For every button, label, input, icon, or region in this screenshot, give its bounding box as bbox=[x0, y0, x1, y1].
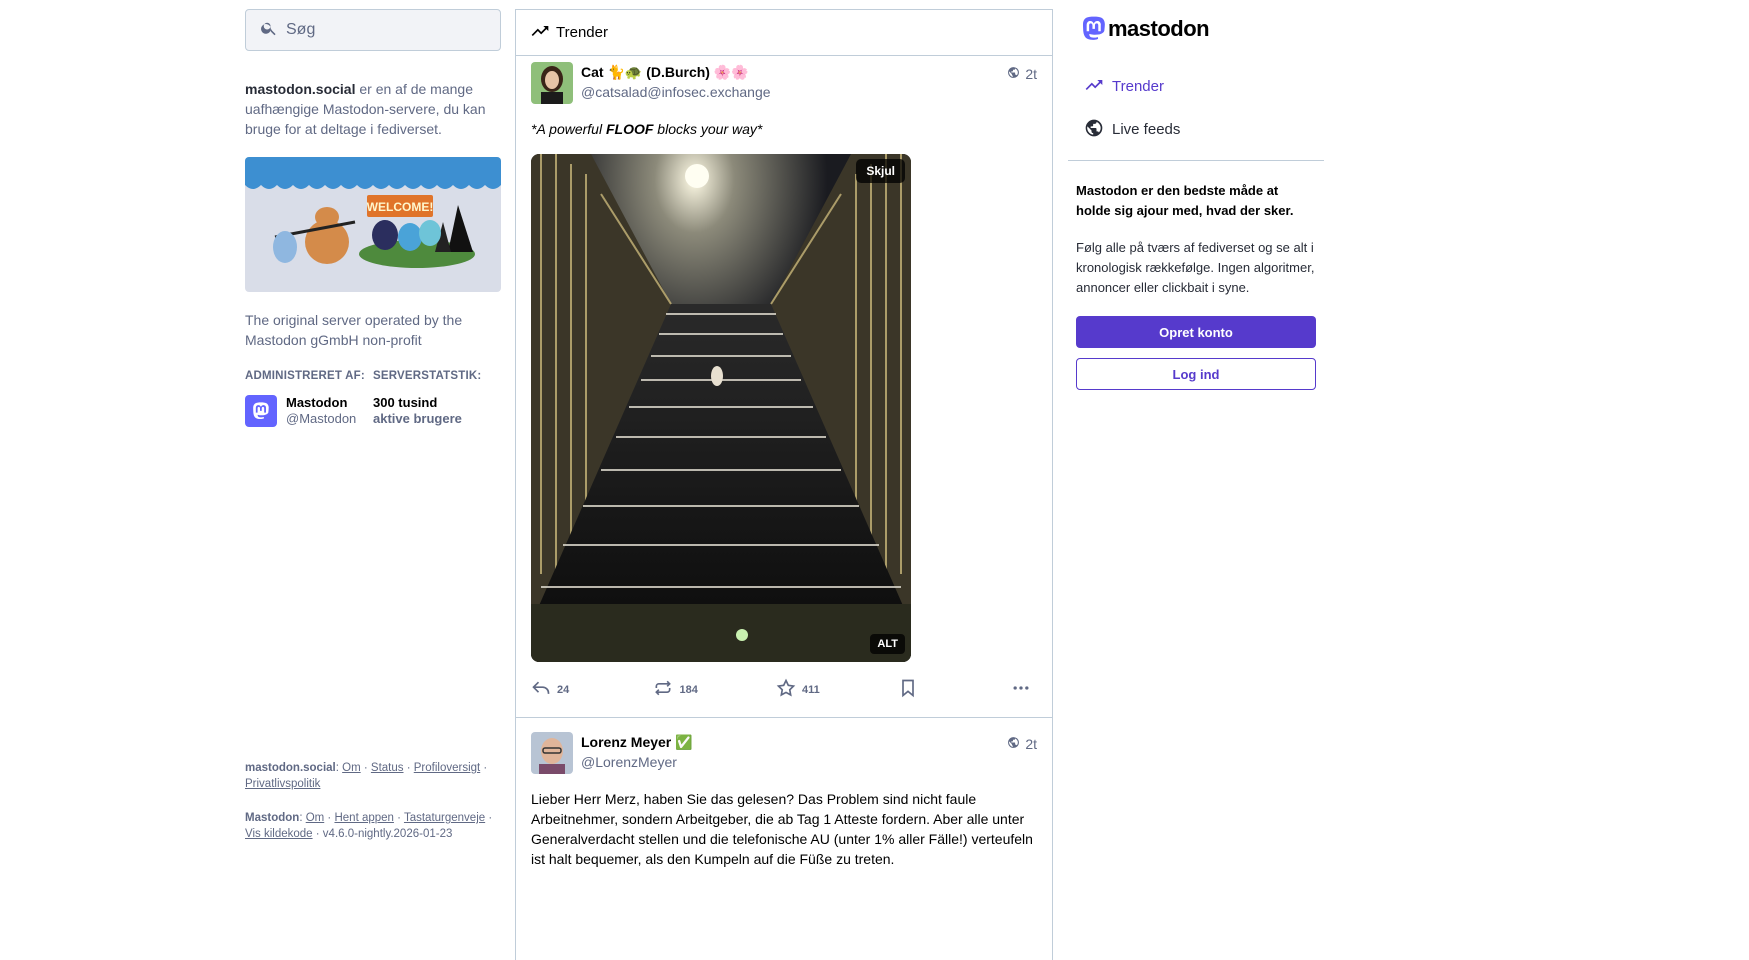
trending-icon bbox=[1084, 75, 1112, 99]
server-name: mastodon.social bbox=[245, 81, 356, 97]
status-timestamp[interactable]: 2t bbox=[1007, 66, 1037, 82]
footer-link-source[interactable]: Vis kildekode bbox=[245, 828, 313, 840]
server-description: The original server operated by the Mast… bbox=[245, 312, 463, 348]
boost-count: 184 bbox=[679, 683, 698, 696]
promo-title: Mastodon er den bedste måde at holde sig… bbox=[1076, 183, 1294, 218]
globe-icon bbox=[1007, 66, 1025, 82]
status-post[interactable]: Lorenz Meyer ✅ @LorenzMeyer 2t Lieber He… bbox=[516, 718, 1052, 869]
stats-section: SERVERSTATSTIK: 300 tusind aktive bruger… bbox=[373, 370, 501, 427]
mastodon-logo-icon bbox=[245, 395, 277, 427]
globe-icon bbox=[1007, 736, 1025, 752]
link-footer: mastodon.social: Om · Status · Profilove… bbox=[245, 760, 501, 860]
status-time: 2t bbox=[1025, 66, 1037, 82]
status-timestamp[interactable]: 2t bbox=[1007, 736, 1037, 752]
server-hero-image: WELCOME! bbox=[245, 157, 501, 292]
status-header: Lorenz Meyer ✅ @LorenzMeyer 2t bbox=[531, 732, 1037, 778]
column-header[interactable]: Trender bbox=[516, 9, 1052, 56]
stairs-photo bbox=[531, 154, 911, 662]
status-display-name[interactable]: Cat 🐈🐢 (D.Burch) 🌸🌸 bbox=[581, 63, 1007, 81]
search-icon bbox=[260, 19, 286, 42]
boost-icon bbox=[653, 678, 679, 701]
server-stats: ADMINISTRERET AF: Mastodon @Mastodon SER… bbox=[245, 370, 501, 427]
footer-link-about[interactable]: Om bbox=[342, 762, 361, 774]
alt-text-button[interactable]: ALT bbox=[870, 634, 905, 654]
status-text-bold: FLOOF bbox=[605, 121, 654, 137]
admin-name: Mastodon bbox=[286, 395, 348, 410]
avatar[interactable] bbox=[531, 62, 573, 104]
nav-divider bbox=[1068, 160, 1324, 161]
status-time: 2t bbox=[1025, 736, 1037, 752]
more-icon bbox=[1011, 678, 1037, 701]
status-content: *A powerful FLOOF blocks your way* bbox=[531, 119, 1037, 139]
footer-link-status[interactable]: Status bbox=[371, 762, 404, 774]
promo-body: Følg alle på tværs af fediverset og se a… bbox=[1076, 240, 1315, 295]
server-about: mastodon.social er en af de mange uafhæn… bbox=[245, 79, 501, 139]
left-sidebar: mastodon.social er en af de mange uafhæn… bbox=[245, 9, 501, 427]
admin-section: ADMINISTRERET AF: Mastodon @Mastodon bbox=[245, 370, 373, 427]
welcome-banner-text: WELCOME! bbox=[367, 200, 434, 214]
status-display-name[interactable]: Lorenz Meyer ✅ bbox=[581, 733, 1007, 751]
favourite-button[interactable]: 411 bbox=[776, 678, 898, 701]
globe-icon bbox=[1084, 118, 1112, 142]
stats-title: SERVERSTATSTIK: bbox=[373, 370, 482, 382]
brand-name: mastodon bbox=[1108, 16, 1210, 41]
trending-icon bbox=[530, 21, 556, 45]
mastodon-logo-icon bbox=[1082, 16, 1105, 40]
admin-title: ADMINISTRERET AF: bbox=[245, 370, 365, 382]
footer-app-links: Mastodon: Om · Hent appen · Tastaturgenv… bbox=[245, 812, 493, 840]
search-box[interactable] bbox=[245, 9, 501, 51]
admin-handle: @Mastodon bbox=[286, 411, 357, 426]
hide-media-button[interactable]: Skjul bbox=[856, 159, 905, 183]
status-account[interactable]: @catsalad@infosec.exchange bbox=[581, 83, 1007, 101]
status-post[interactable]: Cat 🐈🐢 (D.Burch) 🌸🌸 @catsalad@infosec.ex… bbox=[516, 56, 1052, 718]
status-header: Cat 🐈🐢 (D.Burch) 🌸🌸 @catsalad@infosec.ex… bbox=[531, 62, 1037, 108]
reply-count: 24 bbox=[557, 683, 570, 696]
active-users-label: aktive brugere bbox=[373, 411, 462, 426]
status-text-suffix: blocks your way* bbox=[653, 121, 763, 137]
trends-column: Trender Cat 🐈🐢 (D.Burch) 🌸🌸 @catsalad@in… bbox=[515, 9, 1053, 960]
status-actions: 24 184 411 bbox=[531, 662, 1037, 717]
active-users-count: 300 tusind bbox=[373, 395, 438, 410]
media-attachment[interactable]: Skjul ALT bbox=[531, 154, 911, 662]
boost-button[interactable]: 184 bbox=[653, 678, 775, 701]
footer-server-links: mastodon.social: Om · Status · Profilove… bbox=[245, 762, 488, 790]
bookmark-button[interactable] bbox=[898, 678, 1011, 701]
footer-link-privacy[interactable]: Privatlivspolitik bbox=[245, 778, 320, 790]
footer-version: v4.6.0-nightly.2026-01-23 bbox=[322, 828, 453, 840]
footer-link-app-about[interactable]: Om bbox=[306, 812, 325, 824]
sign-up-button[interactable]: Opret konto bbox=[1076, 316, 1316, 348]
column-title: Trender bbox=[556, 24, 608, 41]
footer-link-shortcuts[interactable]: Tastaturgenveje bbox=[404, 812, 485, 824]
nav-live-feeds[interactable]: Live feeds bbox=[1084, 108, 1324, 151]
admin-account[interactable]: Mastodon @Mastodon bbox=[245, 395, 373, 427]
mastodon-logo[interactable]: mastodon bbox=[1080, 9, 1324, 49]
right-sidebar: mastodon Trender Live feeds Mastodon er … bbox=[1068, 9, 1324, 390]
status-account[interactable]: @LorenzMeyer bbox=[581, 753, 1007, 771]
footer-server-label: mastodon.social bbox=[245, 762, 336, 774]
footer-app-label: Mastodon bbox=[245, 812, 300, 824]
avatar[interactable] bbox=[531, 732, 573, 774]
bookmark-icon bbox=[898, 678, 924, 701]
search-input[interactable] bbox=[286, 21, 486, 39]
log-in-button[interactable]: Log ind bbox=[1076, 358, 1316, 390]
reply-button[interactable]: 24 bbox=[531, 678, 653, 701]
nav-live-feeds-label: Live feeds bbox=[1112, 121, 1181, 138]
star-icon bbox=[776, 678, 802, 701]
footer-link-get-app[interactable]: Hent appen bbox=[334, 812, 393, 824]
status-text-prefix: *A powerful bbox=[531, 121, 606, 137]
nav-trends[interactable]: Trender bbox=[1084, 65, 1324, 108]
status-content: Lieber Herr Merz, haben Sie das gelesen?… bbox=[531, 791, 1033, 867]
footer-link-directory[interactable]: Profiloversigt bbox=[414, 762, 480, 774]
more-button[interactable] bbox=[1011, 678, 1037, 701]
nav-trends-label: Trender bbox=[1112, 78, 1164, 95]
reply-icon bbox=[531, 678, 557, 701]
favourite-count: 411 bbox=[801, 683, 820, 696]
